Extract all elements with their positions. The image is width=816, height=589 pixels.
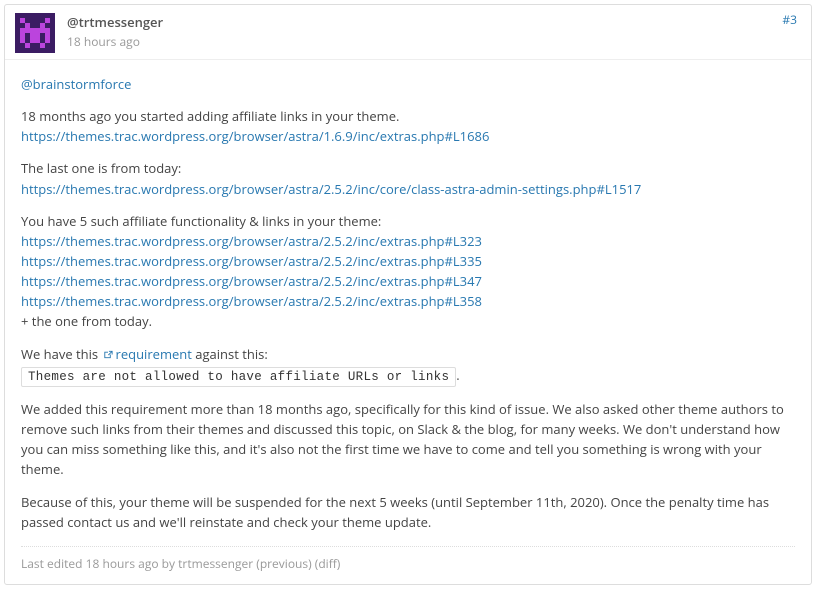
edit-footer: Last edited 18 hours ago by trtmessenger… — [21, 546, 795, 574]
code-quote: Themes are not allowed to have affiliate… — [21, 367, 456, 387]
trac-link[interactable]: https://themes.trac.wordpress.org/browse… — [21, 232, 482, 250]
text-line: 18 months ago you started adding affilia… — [21, 107, 399, 125]
author-block: @trtmessenger 18 hours ago — [67, 13, 797, 50]
previous-link[interactable]: previous — [260, 555, 308, 572]
avatar — [15, 13, 55, 53]
text-line: + the one from today. — [21, 312, 152, 330]
paragraph: Because of this, your theme will be susp… — [21, 492, 795, 532]
trac-link[interactable]: https://themes.trac.wordpress.org/browse… — [21, 272, 482, 290]
author-handle[interactable]: @trtmessenger — [67, 13, 797, 31]
trac-link[interactable]: https://themes.trac.wordpress.org/browse… — [21, 127, 489, 145]
footer-text: Last edited — [21, 555, 86, 572]
footer-text: by trtmessenger ( — [159, 555, 260, 572]
text-line: We have this — [21, 345, 102, 363]
text-line: against this: — [192, 345, 268, 363]
requirement-link[interactable]: requirement — [116, 345, 192, 363]
text-line: You have 5 such affiliate functionality … — [21, 212, 381, 230]
footer-text: ) ( — [308, 555, 318, 572]
diff-link[interactable]: diff — [318, 555, 336, 572]
comment-header: @trtmessenger 18 hours ago #3 — [5, 5, 811, 59]
trac-link[interactable]: https://themes.trac.wordpress.org/browse… — [21, 252, 482, 270]
footer-text: ) — [337, 555, 341, 572]
trac-link[interactable]: https://themes.trac.wordpress.org/browse… — [21, 292, 482, 310]
footer-time-link[interactable]: 18 hours ago — [86, 555, 159, 572]
paragraph: We added this requirement more than 18 m… — [21, 399, 795, 480]
post-timestamp[interactable]: 18 hours ago — [67, 33, 797, 50]
trac-link[interactable]: https://themes.trac.wordpress.org/browse… — [21, 180, 641, 198]
external-link-icon — [102, 345, 114, 365]
mention-link[interactable]: @brainstormforce — [21, 75, 131, 93]
text-line: The last one is from today: — [21, 159, 181, 177]
comment-card: @trtmessenger 18 hours ago #3 @brainstor… — [4, 4, 812, 585]
comment-body: @brainstormforce 18 months ago you start… — [5, 59, 811, 584]
comment-number[interactable]: #3 — [782, 11, 797, 28]
